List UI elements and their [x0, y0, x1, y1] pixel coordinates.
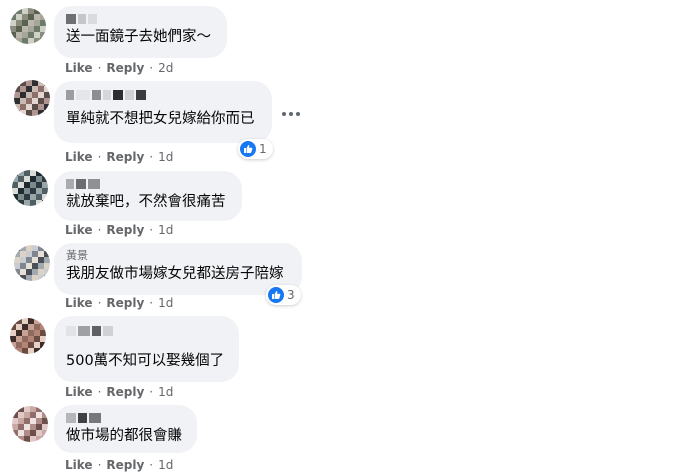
previous-comment-tail	[118, 0, 238, 2]
timestamp[interactable]: 1d	[158, 296, 173, 310]
like-link[interactable]: Like	[65, 385, 93, 399]
like-link[interactable]: Like	[65, 223, 93, 237]
avatar[interactable]	[12, 170, 48, 206]
author-name-blurred[interactable]	[66, 412, 185, 424]
comment-bubble: 就放棄吧，不然會很痛苦	[54, 171, 242, 221]
separator-dot: ·	[149, 61, 154, 75]
comment-actions: Like · Reply · 2d	[65, 61, 173, 75]
reaction-count: 1	[259, 142, 267, 156]
like-link[interactable]: Like	[65, 150, 93, 164]
reply-link[interactable]: Reply	[106, 150, 144, 164]
author-name-blurred[interactable]	[66, 89, 260, 101]
comment-text: 做市場的都很會賺	[66, 428, 182, 444]
separator-dot: ·	[97, 296, 102, 310]
comment-text: 500萬不知可以娶幾個了	[66, 353, 225, 369]
comment-actions: Like · Reply · 1d	[65, 296, 173, 310]
like-link[interactable]: Like	[65, 458, 93, 472]
comment-bubble: 做市場的都很會賺	[54, 405, 197, 453]
separator-dot: ·	[97, 385, 102, 399]
comment-text: 單純就不想把女兒嫁給你而已	[66, 111, 255, 127]
reply-link[interactable]: Reply	[106, 223, 144, 237]
separator-dot: ·	[149, 458, 154, 472]
like-icon	[240, 141, 256, 157]
timestamp[interactable]: 1d	[158, 223, 173, 237]
like-link[interactable]: Like	[65, 61, 93, 75]
author-name-text[interactable]: 黃景	[66, 250, 88, 262]
separator-dot: ·	[149, 385, 154, 399]
separator-dot: ·	[149, 296, 154, 310]
more-options-icon[interactable]	[279, 104, 303, 124]
avatar[interactable]	[12, 406, 48, 442]
comment-actions: Like · Reply · 1d	[65, 223, 173, 237]
author-name-blurred[interactable]	[66, 178, 230, 190]
reply-link[interactable]: Reply	[106, 385, 144, 399]
avatar[interactable]	[14, 80, 50, 116]
comment-actions: Like · Reply · 1d	[65, 458, 173, 472]
separator-dot: ·	[97, 223, 102, 237]
comment-text: 我朋友做市場嫁女兒都送房子陪嫁	[66, 266, 284, 282]
comment-bubble: 500萬不知可以娶幾個了	[54, 316, 239, 382]
timestamp[interactable]: 2d	[158, 61, 173, 75]
reaction-summary[interactable]: 1	[238, 139, 273, 159]
separator-dot: ·	[149, 150, 154, 164]
timestamp[interactable]: 1d	[158, 458, 173, 472]
reply-link[interactable]: Reply	[106, 458, 144, 472]
comment-bubble: 送一面鏡子去她們家～	[54, 6, 227, 58]
timestamp[interactable]: 1d	[158, 150, 173, 164]
reply-link[interactable]: Reply	[106, 296, 144, 310]
separator-dot: ·	[149, 223, 154, 237]
author-name[interactable]: 黃景	[66, 250, 290, 262]
comment-text: 送一面鏡子去她們家～	[66, 29, 211, 45]
like-link[interactable]: Like	[65, 296, 93, 310]
comment-bubble: 黃景 我朋友做市場嫁女兒都送房子陪嫁	[54, 243, 302, 295]
comment-thread: 送一面鏡子去她們家～ Like · Reply · 2d 單純就不想把女兒嫁給你…	[0, 0, 678, 473]
avatar[interactable]	[10, 318, 46, 354]
avatar[interactable]	[10, 8, 46, 44]
comment-actions: Like · Reply · 1d	[65, 385, 173, 399]
separator-dot: ·	[97, 150, 102, 164]
comment-text: 就放棄吧，不然會很痛苦	[66, 194, 226, 210]
author-name-blurred[interactable]	[66, 325, 227, 337]
separator-dot: ·	[97, 61, 102, 75]
comment-actions: Like · Reply · 1d	[65, 150, 173, 164]
separator-dot: ·	[97, 458, 102, 472]
avatar[interactable]	[14, 245, 50, 281]
reaction-count: 3	[287, 288, 295, 302]
comment-bubble: 單純就不想把女兒嫁給你而已	[54, 81, 272, 143]
author-name-blurred[interactable]	[66, 13, 215, 25]
like-icon	[268, 287, 284, 303]
reply-link[interactable]: Reply	[106, 61, 144, 75]
reaction-summary[interactable]: 3	[266, 285, 301, 305]
timestamp[interactable]: 1d	[158, 385, 173, 399]
